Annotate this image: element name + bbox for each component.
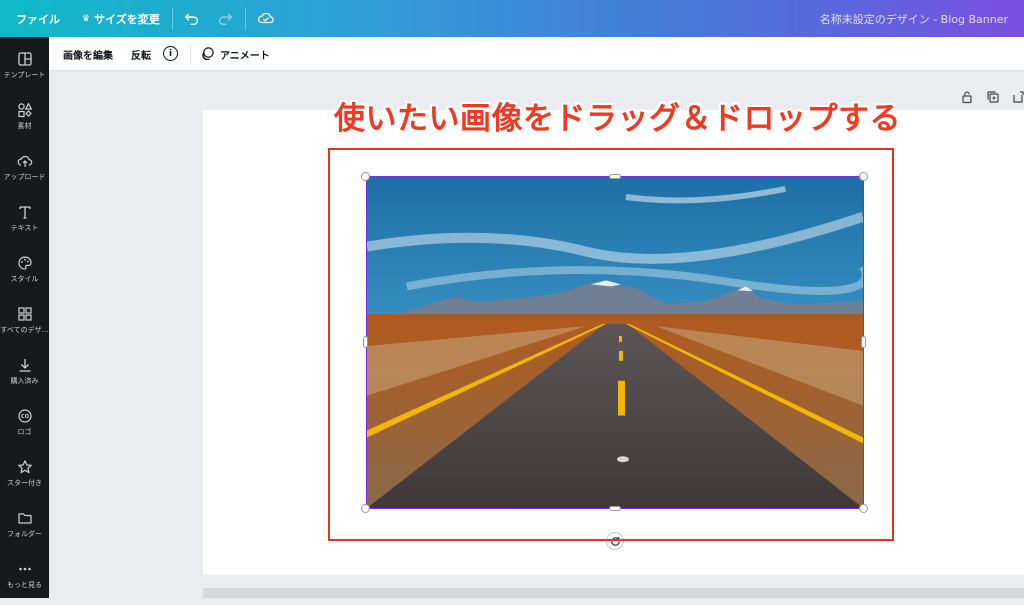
- folder-icon: [17, 513, 32, 524]
- context-toolbar: 画像を編集 反転 i アニメート: [49, 37, 1024, 71]
- info-icon[interactable]: i: [163, 46, 178, 61]
- sidebar-item-label: スタイル: [10, 275, 39, 283]
- divider: [172, 8, 173, 30]
- palette-icon: [17, 256, 32, 270]
- flip-button[interactable]: 反転: [131, 47, 151, 62]
- sidebar-item-purchased[interactable]: 購入済み: [0, 353, 49, 401]
- lock-icon[interactable]: [960, 90, 974, 104]
- sidebar-item-starred[interactable]: スター付き: [0, 455, 49, 503]
- download-icon: [19, 359, 30, 372]
- sidebar-item-label: テンプレート: [3, 71, 46, 79]
- sidebar-item-label: スター付き: [7, 479, 42, 487]
- sidebar-item-templates[interactable]: テンプレート: [0, 47, 49, 95]
- sidebar-item-label: すべてのデザ…: [0, 326, 49, 334]
- file-menu-button[interactable]: ファイル: [16, 11, 60, 27]
- sidebar-item-label: 素材: [17, 122, 32, 130]
- sidebar-item-label: アップロード: [3, 173, 46, 181]
- add-page-icon[interactable]: [1011, 90, 1024, 104]
- annotation-frame: [328, 148, 894, 541]
- logo-icon: CO: [17, 409, 32, 423]
- sidebar-item-label: 購入済み: [10, 377, 39, 385]
- text-icon: [18, 206, 31, 219]
- sidebar-item-all-designs[interactable]: すべてのデザ…: [0, 302, 49, 350]
- elements-icon: [17, 102, 32, 118]
- document-title[interactable]: 名称未設定のデザイン - Blog Banner: [820, 11, 1008, 27]
- crown-icon: ♛: [82, 14, 91, 24]
- svg-text:CO: CO: [21, 414, 29, 420]
- divider: [245, 8, 246, 30]
- top-bar: ファイル ♛ サイズを変更 名称未設定のデザイン - Blog Banner: [0, 0, 1024, 37]
- sidebar-item-label: フォルダー: [7, 530, 42, 538]
- divider: [190, 44, 191, 64]
- star-icon: [17, 460, 32, 474]
- sidebar-item-uploads[interactable]: アップロード: [0, 149, 49, 197]
- cloud-saved-icon[interactable]: [257, 9, 275, 27]
- sidebar-item-styles[interactable]: スタイル: [0, 251, 49, 299]
- edit-image-button[interactable]: 画像を編集: [63, 47, 113, 62]
- canvas-scroll-area: [203, 588, 1024, 598]
- resize-button[interactable]: ♛ サイズを変更: [82, 11, 160, 27]
- sidebar-item-folders[interactable]: フォルダー: [0, 506, 49, 554]
- resize-label: サイズを変更: [94, 13, 160, 26]
- sidebar: テンプレート 素材 アップロード テキスト スタイル すべてのデザ… 購入済み …: [0, 37, 49, 598]
- sidebar-item-elements[interactable]: 素材: [0, 98, 49, 146]
- sidebar-item-label: もっと見る: [7, 581, 42, 589]
- grid-icon: [17, 307, 32, 321]
- animate-icon[interactable]: [200, 46, 215, 61]
- animate-button[interactable]: アニメート: [220, 47, 270, 62]
- more-icon: [18, 567, 31, 571]
- duplicate-page-icon[interactable]: [986, 90, 1000, 104]
- redo-icon[interactable]: [216, 9, 234, 27]
- template-icon: [17, 52, 32, 66]
- upload-icon: [17, 155, 32, 167]
- sidebar-item-logos[interactable]: CO ロゴ: [0, 404, 49, 452]
- sidebar-item-label: テキスト: [10, 224, 39, 232]
- undo-icon[interactable]: [183, 9, 201, 27]
- annotation-headline: 使いたい画像をドラッグ＆ドロップする: [334, 101, 901, 137]
- sidebar-item-text[interactable]: テキスト: [0, 200, 49, 248]
- sidebar-item-label: ロゴ: [17, 428, 32, 436]
